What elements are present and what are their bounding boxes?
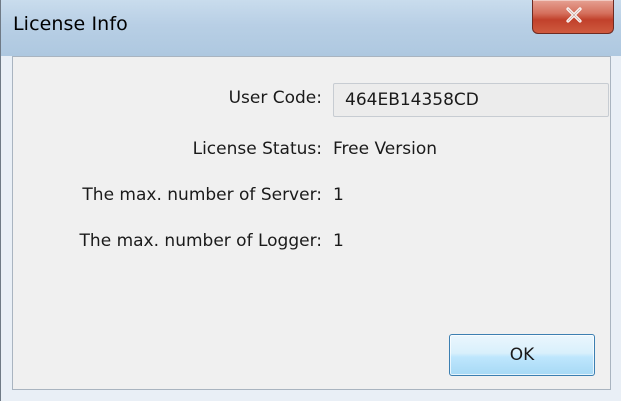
license-status-value: Free Version (333, 139, 437, 159)
max-logger-label: The max. number of Logger: (79, 231, 322, 251)
max-server-label: The max. number of Server: (82, 185, 322, 205)
close-x-icon (566, 7, 582, 23)
max-logger-value: 1 (333, 231, 344, 251)
license-info-dialog: License Info User Code: 464EB14358CD Lic… (0, 0, 621, 401)
user-code-label: User Code: (228, 88, 322, 108)
title-bar[interactable]: License Info (1, 0, 621, 56)
max-logger-row: The max. number of Logger: 1 (13, 231, 612, 261)
license-status-label: License Status: (192, 139, 322, 159)
close-button[interactable] (532, 0, 614, 34)
max-server-row: The max. number of Server: 1 (13, 185, 612, 215)
ok-button[interactable]: OK (449, 334, 595, 376)
user-code-field[interactable]: 464EB14358CD (333, 83, 609, 117)
max-server-value: 1 (333, 185, 344, 205)
license-status-row: License Status: Free Version (13, 139, 612, 169)
window-title: License Info (13, 13, 128, 35)
